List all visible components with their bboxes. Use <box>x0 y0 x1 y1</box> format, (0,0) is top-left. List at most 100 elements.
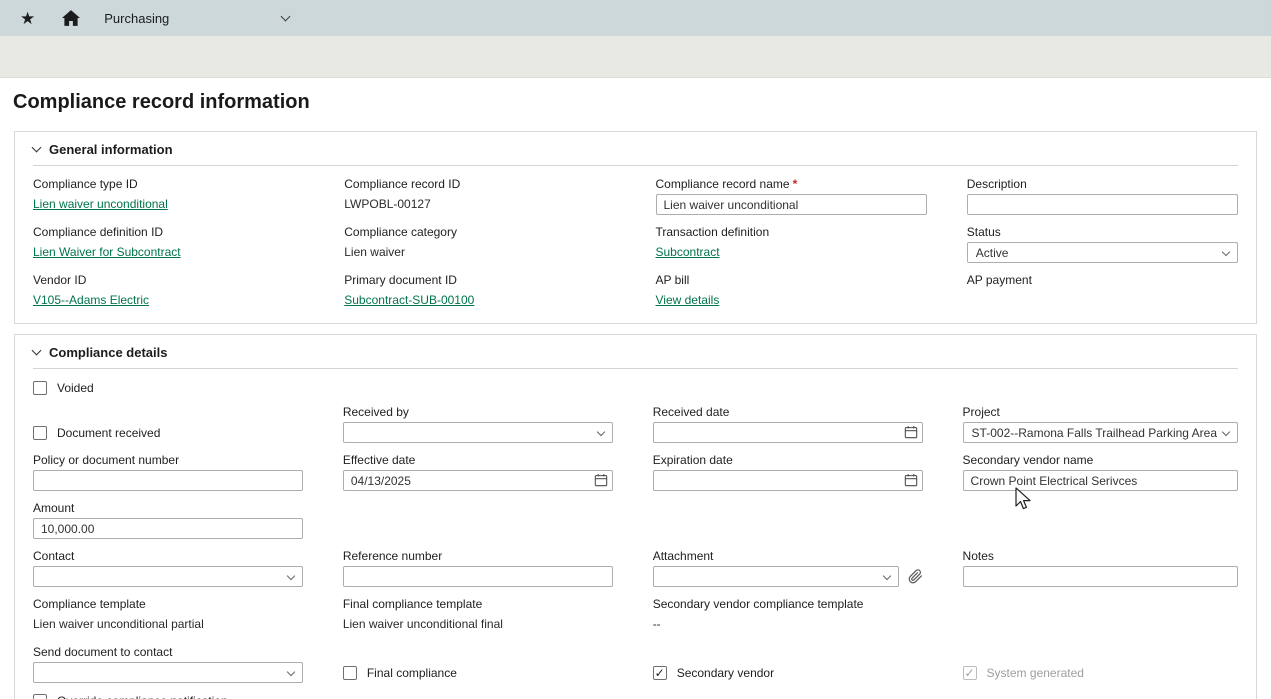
secondary-vendor-checkbox[interactable]: Secondary vendor <box>653 666 923 680</box>
document-received-checkbox[interactable]: Document received <box>33 426 303 440</box>
compliance-details-section-toggle[interactable]: Compliance details <box>33 345 1238 369</box>
compliance-definition-id-link[interactable]: Lien Waiver for Subcontract <box>33 242 181 263</box>
vendor-id-link[interactable]: V105--Adams Electric <box>33 290 149 311</box>
field-label: Compliance type ID <box>33 178 304 191</box>
primary-document-id-link[interactable]: Subcontract-SUB-00100 <box>344 290 474 311</box>
field-label: AP bill <box>656 274 927 287</box>
field-reference-number: Reference number <box>343 550 613 587</box>
field-secondary-vendor-compliance-template: Secondary vendor compliance template -- <box>653 598 923 635</box>
voided-checkbox[interactable]: Voided <box>33 381 303 395</box>
compliance-category-value: Lien waiver <box>344 242 615 263</box>
chevron-down-icon <box>1222 427 1230 435</box>
reference-number-input[interactable] <box>343 566 613 587</box>
received-by-select[interactable] <box>343 422 613 443</box>
received-by-select-value <box>352 427 592 439</box>
chevron-down-icon <box>882 571 890 579</box>
ap-bill-view-details-link[interactable]: View details <box>656 290 720 311</box>
page-title: Compliance record information <box>0 78 1271 114</box>
field-received-by: Received by <box>343 406 613 443</box>
received-date-input[interactable] <box>653 422 923 443</box>
field-ap-payment: AP payment <box>967 274 1238 311</box>
field-label: Transaction definition <box>656 226 927 239</box>
checkbox-icon <box>33 426 47 440</box>
compliance-template-value: Lien waiver unconditional partial <box>33 614 303 635</box>
field-notes: Notes <box>963 550 1238 587</box>
attachment-select[interactable] <box>653 566 899 587</box>
transaction-definition-link[interactable]: Subcontract <box>656 242 720 263</box>
policy-or-document-number-input[interactable] <box>33 470 303 491</box>
field-label: Status <box>967 226 1238 239</box>
general-information-section-toggle[interactable]: General information <box>33 142 1238 166</box>
checkbox-icon <box>653 666 667 680</box>
field-status: Status Active <box>967 226 1238 263</box>
project-select[interactable]: ST-002--Ramona Falls Trailhead Parking A… <box>963 422 1238 443</box>
field-compliance-template: Compliance template Lien waiver uncondit… <box>33 598 303 635</box>
compliance-details-panel: Compliance details Voided Document recei… <box>14 334 1257 699</box>
description-input[interactable] <box>967 194 1238 215</box>
field-amount: Amount <box>33 502 303 539</box>
field-label: Description <box>967 178 1238 191</box>
checkbox-icon <box>33 694 47 699</box>
checkbox-label: Secondary vendor <box>677 666 774 680</box>
effective-date-input[interactable] <box>343 470 613 491</box>
module-dropdown[interactable]: Purchasing <box>104 11 289 26</box>
calendar-icon[interactable] <box>904 425 918 439</box>
field-label: AP payment <box>967 274 1238 287</box>
notes-input[interactable] <box>963 566 1238 587</box>
chevron-down-icon <box>32 143 42 153</box>
secondary-vendor-compliance-template-value: -- <box>653 614 923 635</box>
field-label: Compliance record ID <box>344 178 615 191</box>
calendar-icon[interactable] <box>594 473 608 487</box>
favorites-star-icon[interactable]: ★ <box>20 10 35 27</box>
field-compliance-record-name: Compliance record name <box>656 178 927 215</box>
field-label: Received date <box>653 406 923 419</box>
compliance-record-id-value: LWPOBL-00127 <box>344 194 615 215</box>
field-label: Project <box>963 406 1238 419</box>
checkbox-icon <box>343 666 357 680</box>
calendar-icon[interactable] <box>904 473 918 487</box>
project-select-value: ST-002--Ramona Falls Trailhead Parking A… <box>972 426 1217 440</box>
field-label: Compliance record name <box>656 178 927 191</box>
field-compliance-record-id: Compliance record ID LWPOBL-00127 <box>344 178 615 215</box>
checkbox-label: System generated <box>987 666 1084 680</box>
final-compliance-checkbox[interactable]: Final compliance <box>343 666 613 680</box>
system-generated-checkbox: System generated <box>963 666 1238 680</box>
field-label: Expiration date <box>653 454 923 467</box>
field-label: Contact <box>33 550 303 563</box>
field-label: Compliance definition ID <box>33 226 304 239</box>
field-effective-date: Effective date <box>343 454 613 491</box>
field-label: Policy or document number <box>33 454 303 467</box>
checkbox-label: Document received <box>57 426 160 440</box>
field-label: Attachment <box>653 550 923 563</box>
home-icon[interactable] <box>62 10 80 26</box>
field-contact: Contact <box>33 550 303 587</box>
compliance-record-name-input[interactable] <box>656 194 927 215</box>
field-label: Primary document ID <box>344 274 615 287</box>
override-compliance-notification-checkbox[interactable]: Override compliance notification <box>33 694 303 699</box>
amount-input[interactable] <box>33 518 303 539</box>
contact-select-value <box>42 571 282 583</box>
status-select[interactable]: Active <box>967 242 1238 263</box>
compliance-type-id-link[interactable]: Lien waiver unconditional <box>33 194 168 215</box>
attachment-select-value <box>662 571 878 583</box>
send-document-to-contact-select-value <box>42 667 282 679</box>
contact-select[interactable] <box>33 566 303 587</box>
expiration-date-input[interactable] <box>653 470 923 491</box>
compliance-details-grid: Voided Document received Received by Rec… <box>33 381 1238 699</box>
paperclip-icon[interactable] <box>908 569 923 584</box>
field-send-document-to-contact: Send document to contact <box>33 646 303 683</box>
checkbox-icon <box>963 666 977 680</box>
field-attachment: Attachment <box>653 550 923 587</box>
field-label: Secondary vendor name <box>963 454 1238 467</box>
field-label: Notes <box>963 550 1238 563</box>
secondary-vendor-name-input[interactable] <box>963 470 1238 491</box>
top-navigation-bar: ★ Purchasing <box>0 0 1271 36</box>
field-label: Amount <box>33 502 303 515</box>
section-title: Compliance details <box>49 345 167 360</box>
field-label: Vendor ID <box>33 274 304 287</box>
final-compliance-template-value: Lien waiver unconditional final <box>343 614 613 635</box>
field-secondary-vendor-name: Secondary vendor name <box>963 454 1238 491</box>
send-document-to-contact-select[interactable] <box>33 662 303 683</box>
general-information-panel: General information Compliance type ID L… <box>14 131 1257 324</box>
chevron-down-icon <box>1222 247 1230 255</box>
